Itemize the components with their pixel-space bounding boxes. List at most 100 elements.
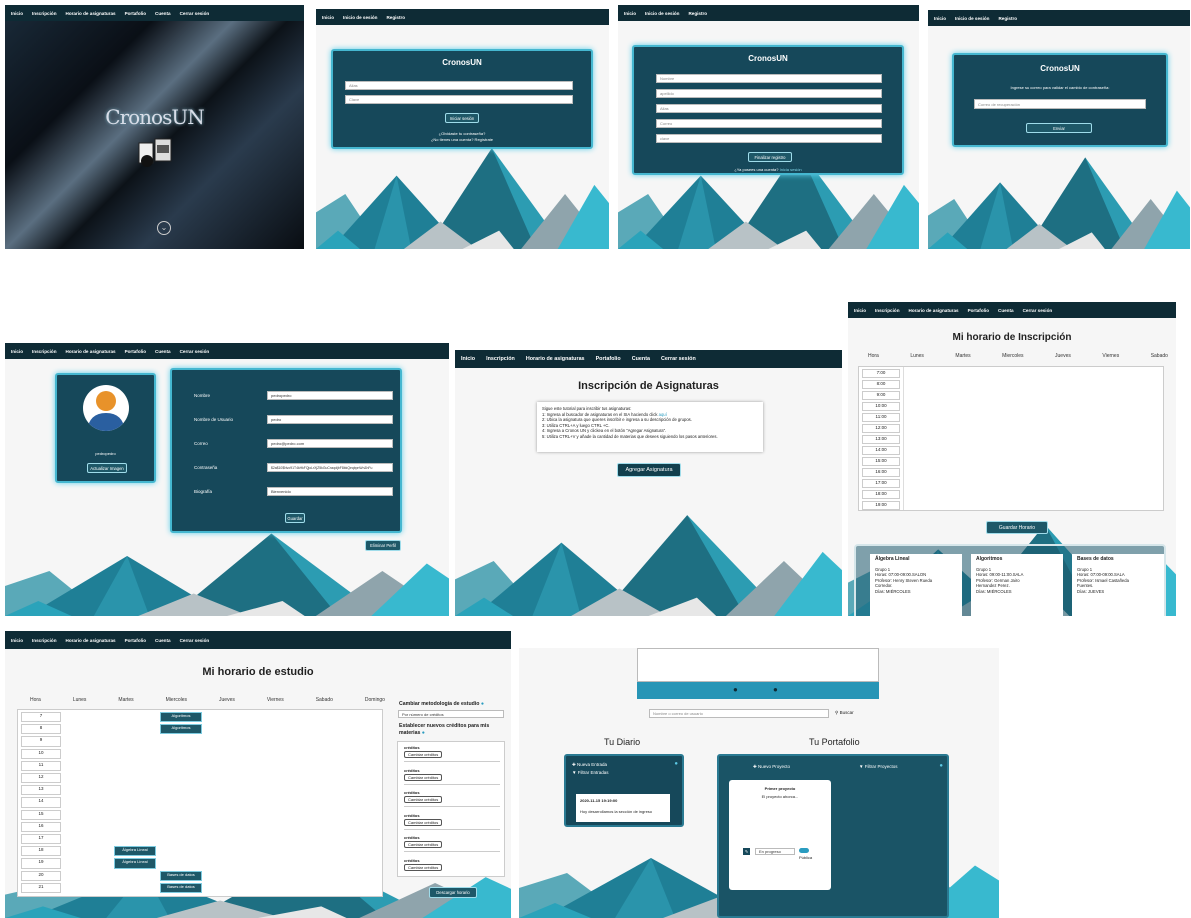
field-label: Biografía xyxy=(194,489,213,494)
nav-inscripcion[interactable]: Inscripción xyxy=(486,356,515,362)
nav-inscripcion[interactable]: Inscripción xyxy=(875,308,900,313)
user-search-input[interactable]: Nombre o correo de usuario xyxy=(649,709,829,718)
navbar: Inicio Inicio de sesión Registro xyxy=(316,9,609,25)
carousel-prev-icon[interactable]: ● xyxy=(733,685,738,694)
nav-portafolio[interactable]: Portafolio xyxy=(125,11,146,16)
search-button[interactable]: ⚲ Buscar xyxy=(835,710,854,716)
schedule-block[interactable]: Bases de datos xyxy=(160,870,202,881)
nav-cerrar-sesion[interactable]: Cerrar sesión xyxy=(180,349,210,354)
clave-input[interactable]: Clave xyxy=(345,95,573,104)
schedule-block[interactable]: Bases de datos xyxy=(160,882,202,893)
new-project-button[interactable]: ✚ Nuevo Proyecto xyxy=(753,764,790,770)
password-input[interactable]: $2a$10$Nvo91T4kHkFQjoLrXjZ5kGuCnzqdjbF8b… xyxy=(267,463,393,472)
apellido-input[interactable]: apellido xyxy=(656,89,882,98)
nav-cuenta[interactable]: Cuenta xyxy=(632,356,650,362)
download-schedule-button[interactable]: Descargar horario xyxy=(429,887,477,898)
nav-inicio-sesion[interactable]: Inicio de sesión xyxy=(343,15,377,20)
nav-cuenta[interactable]: Cuenta xyxy=(155,638,171,643)
nav-registro[interactable]: Registro xyxy=(998,16,1017,21)
forgot-password-link[interactable]: ¿Olvidaste tu contraseña? xyxy=(333,131,591,136)
nombre-input[interactable]: pedropedro xyxy=(267,391,393,400)
nav-inicio[interactable]: Inicio xyxy=(11,349,23,354)
edit-icon[interactable]: ✎ xyxy=(743,848,750,855)
nav-portafolio[interactable]: Portafolio xyxy=(125,349,146,354)
nav-inicio[interactable]: Inicio xyxy=(11,11,23,16)
schedule-block[interactable]: Algoritmos xyxy=(160,712,202,723)
nav-cerrar-sesion[interactable]: Cerrar sesión xyxy=(180,638,210,643)
nav-portafolio[interactable]: Portafolio xyxy=(968,308,989,313)
info-icon[interactable]: ● xyxy=(674,761,678,767)
register-link[interactable]: ¿No tienes una cuenta? Regístrate xyxy=(333,137,591,142)
info-icon[interactable]: ● xyxy=(422,730,425,736)
nav-cerrar-sesion[interactable]: Cerrar sesión xyxy=(661,356,696,362)
nav-registro[interactable]: Registro xyxy=(688,11,707,16)
nav-horario[interactable]: Horario de asignaturas xyxy=(66,638,116,643)
nav-inicio[interactable]: Inicio xyxy=(624,11,636,16)
scroll-down-icon[interactable]: ⌄ xyxy=(157,221,171,235)
filter-projects-button[interactable]: ▼ Filtrar Proyectos xyxy=(859,764,898,769)
alias-input[interactable]: Alias xyxy=(656,104,882,113)
schedule-block[interactable]: Álgebra Lineal xyxy=(114,858,156,869)
nav-cerrar-sesion[interactable]: Cerrar sesión xyxy=(180,11,210,16)
finish-register-button[interactable]: Finalizar registro xyxy=(748,152,792,162)
status-select[interactable]: En progreso xyxy=(755,848,795,855)
nav-horario[interactable]: Horario de asignaturas xyxy=(66,349,116,354)
entry-card[interactable]: 2020-11-15 19:19:00 Hoy desarrollamos la… xyxy=(576,794,670,822)
nav-inicio[interactable]: Inicio xyxy=(854,308,866,313)
nav-horario[interactable]: Horario de asignaturas xyxy=(66,11,116,16)
info-icon[interactable]: ● xyxy=(481,701,484,707)
aqui-link[interactable]: aquí xyxy=(659,412,667,417)
nav-inicio[interactable]: Inicio xyxy=(934,16,946,21)
nav-inicio[interactable]: Inicio xyxy=(11,638,23,643)
hour-cell: 14:00 xyxy=(862,446,900,455)
correo-input[interactable]: Correo xyxy=(656,119,882,128)
nav-cuenta[interactable]: Cuenta xyxy=(155,11,171,16)
email-input[interactable]: pedro@pedro.com xyxy=(267,439,393,448)
nav-inicio[interactable]: Inicio xyxy=(461,356,475,362)
method-select[interactable]: Por número de créditos xyxy=(398,710,504,718)
recovery-email-input[interactable]: Correo de recuperación xyxy=(974,99,1146,109)
nav-cuenta[interactable]: Cuenta xyxy=(998,308,1014,313)
clave-input[interactable]: clave xyxy=(656,134,882,143)
nav-portafolio[interactable]: Portafolio xyxy=(125,638,146,643)
project-card[interactable]: Primer proyecto El proyecto ahorca... ✎ … xyxy=(729,780,831,890)
nav-horario[interactable]: Horario de asignaturas xyxy=(909,308,959,313)
public-toggle[interactable] xyxy=(799,848,809,853)
nav-inicio-sesion[interactable]: Inicio de sesión xyxy=(645,11,679,16)
change-credits-button[interactable]: Cambiar créditos xyxy=(404,863,443,871)
nombre-input[interactable]: Nombre xyxy=(656,74,882,83)
update-image-button[interactable]: Actualizar Imagen xyxy=(87,463,127,473)
nav-inicio-sesion[interactable]: Inicio de sesión xyxy=(955,16,989,21)
nav-cerrar-sesion[interactable]: Cerrar sesión xyxy=(1023,308,1053,313)
nav-horario[interactable]: Horario de asignaturas xyxy=(526,356,585,362)
schedule-block[interactable]: Algoritmos xyxy=(160,724,202,735)
login-link[interactable]: ¿Ya posees una cuenta? Inicia sesión xyxy=(634,167,902,172)
delete-profile-button[interactable]: Eliminar Perfil xyxy=(365,540,401,551)
change-credits-button[interactable]: Cambiar créditos xyxy=(404,773,443,781)
change-credits-button[interactable]: Cambiar créditos xyxy=(404,751,443,758)
schedule-block[interactable]: Álgebra Lineal xyxy=(114,846,156,857)
nav-inscripcion[interactable]: Inscripción xyxy=(32,349,57,354)
save-profile-button[interactable]: Guardar xyxy=(285,513,305,523)
nav-registro[interactable]: Registro xyxy=(386,15,405,20)
bio-input[interactable]: Bienvenido xyxy=(267,487,393,496)
nav-inicio[interactable]: Inicio xyxy=(322,15,334,20)
change-credits-button[interactable]: Cambiar créditos xyxy=(404,818,443,826)
new-entry-button[interactable]: ✚ Nueva Entrada xyxy=(572,762,607,768)
save-schedule-button[interactable]: Guardar Horario xyxy=(986,521,1048,534)
change-credits-button[interactable]: Cambiar créditos xyxy=(404,841,443,848)
filter-entries-button[interactable]: ▼ Filtrar Entradas xyxy=(572,770,609,775)
send-button[interactable]: Enviar xyxy=(1026,123,1092,133)
nav-cuenta[interactable]: Cuenta xyxy=(155,349,171,354)
info-icon[interactable]: ● xyxy=(939,763,943,769)
nav-portafolio[interactable]: Portafolio xyxy=(596,356,621,362)
add-course-button[interactable]: Agregar Asignatura xyxy=(617,463,681,477)
login-button[interactable]: Iniciar sesión xyxy=(445,113,479,123)
carousel-next-icon[interactable]: ● xyxy=(773,685,778,694)
username-input[interactable]: pedro xyxy=(267,415,393,424)
change-credits-button[interactable]: Cambiar créditos xyxy=(404,796,443,803)
alias-input[interactable]: Alias xyxy=(345,81,573,90)
hour-cell: 18 xyxy=(21,846,61,857)
nav-inscripcion[interactable]: Inscripción xyxy=(32,638,57,643)
nav-inscripcion[interactable]: Inscripción xyxy=(32,11,57,16)
